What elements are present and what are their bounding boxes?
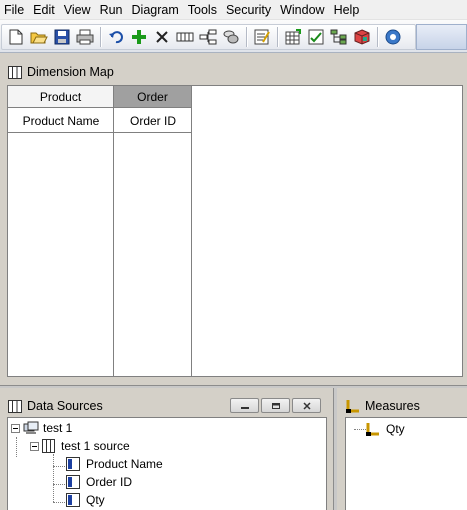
tree-connector	[16, 437, 17, 457]
column-divider	[191, 108, 192, 376]
cube-icon[interactable]	[351, 26, 373, 48]
field-icon	[66, 457, 80, 471]
tree-connector	[53, 454, 54, 502]
menu-edit[interactable]: Edit	[29, 0, 60, 20]
measure-icon	[366, 422, 380, 436]
collapse-icon[interactable]	[30, 441, 39, 451]
level-cell-order-id[interactable]: Order ID	[114, 109, 192, 133]
field-icon	[66, 475, 80, 489]
menu-diagram[interactable]: Diagram	[128, 0, 184, 20]
level-cell-product-name[interactable]: Product Name	[8, 109, 114, 133]
minimize-icon	[240, 406, 249, 409]
field-icon	[66, 493, 80, 507]
toolbar-separator	[377, 27, 379, 47]
tree-node-root-label: test 1	[43, 421, 73, 435]
vertical-splitter[interactable]	[333, 388, 337, 510]
dimension-icon[interactable]	[174, 26, 196, 48]
menu-help[interactable]: Help	[330, 0, 365, 20]
tree-connector	[354, 429, 366, 430]
menu-window[interactable]: Window	[276, 0, 329, 20]
menu-security[interactable]: Security	[222, 0, 276, 20]
toolbar-strip	[1, 24, 416, 50]
open-folder-icon[interactable]	[28, 26, 50, 48]
tree-node-field[interactable]: Product Name	[66, 455, 163, 473]
toolbar-separator	[277, 27, 279, 47]
help-icon[interactable]	[382, 26, 404, 48]
dimension-map-title: Dimension Map	[27, 65, 114, 79]
dimension-map-title-bar: Dimension Map	[8, 62, 114, 82]
measures-title-bar: Measures	[346, 396, 420, 416]
menu-bar: File Edit View Run Diagram Tools Securit…	[0, 0, 467, 20]
data-sources-tree: test 1 test 1 source Product Name Order …	[7, 417, 327, 510]
measures-title: Measures	[365, 399, 420, 413]
undo-icon[interactable]	[105, 26, 127, 48]
dimension-map-grid: Product Order Product Name Order ID	[7, 85, 463, 377]
collapse-icon[interactable]	[11, 423, 20, 433]
hierarchy-icon[interactable]	[197, 26, 219, 48]
menu-file[interactable]: File	[0, 0, 29, 20]
server-icon	[23, 421, 39, 435]
tree-connector	[53, 502, 65, 503]
process-icon[interactable]	[305, 26, 327, 48]
close-button[interactable]	[292, 398, 321, 413]
tree-node-source-label: test 1 source	[61, 439, 130, 453]
data-sources-title-bar: Data Sources	[8, 396, 103, 416]
column-divider	[113, 108, 114, 376]
close-icon	[302, 401, 311, 410]
menu-run[interactable]: Run	[96, 0, 128, 20]
menu-tools[interactable]: Tools	[184, 0, 222, 20]
column-header-order[interactable]: Order	[114, 86, 192, 108]
measures-list: Qty	[345, 417, 467, 510]
measure-item[interactable]: Qty	[366, 420, 405, 438]
horizontal-splitter[interactable]	[0, 385, 467, 388]
toolbar	[0, 20, 467, 53]
tree-node-field[interactable]: Qty	[66, 491, 105, 509]
data-sources-title: Data Sources	[27, 399, 103, 413]
tree-node-field[interactable]: Order ID	[66, 473, 132, 491]
field-label: Product Name	[86, 457, 163, 471]
window-controls	[230, 398, 323, 413]
field-label: Qty	[86, 493, 105, 507]
delete-icon[interactable]	[151, 26, 173, 48]
properties-icon[interactable]	[251, 26, 273, 48]
restore-icon	[271, 402, 280, 409]
menu-view[interactable]: View	[60, 0, 96, 20]
tree-connector	[53, 466, 65, 467]
new-file-icon[interactable]	[5, 26, 27, 48]
table-icon	[42, 439, 55, 453]
toolbar-separator	[246, 27, 248, 47]
cube-grid-icon[interactable]	[282, 26, 304, 48]
toolbar-separator	[100, 27, 102, 47]
field-label: Order ID	[86, 475, 133, 489]
measure-icon	[346, 399, 360, 413]
table-icon	[8, 399, 22, 413]
tree-node-source[interactable]: test 1 source	[30, 437, 130, 455]
tree-icon[interactable]	[328, 26, 350, 48]
toolbar-end	[416, 24, 467, 50]
database-icon[interactable]	[220, 26, 242, 48]
add-icon[interactable]	[128, 26, 150, 48]
minimize-button[interactable]	[230, 398, 259, 413]
print-icon[interactable]	[74, 26, 96, 48]
measure-label: Qty	[386, 422, 405, 436]
save-icon[interactable]	[51, 26, 73, 48]
tree-node-root[interactable]: test 1	[11, 419, 72, 437]
column-header-product[interactable]: Product	[8, 86, 114, 108]
table-icon	[8, 65, 22, 79]
restore-button[interactable]	[261, 398, 290, 413]
tree-connector	[53, 484, 65, 485]
